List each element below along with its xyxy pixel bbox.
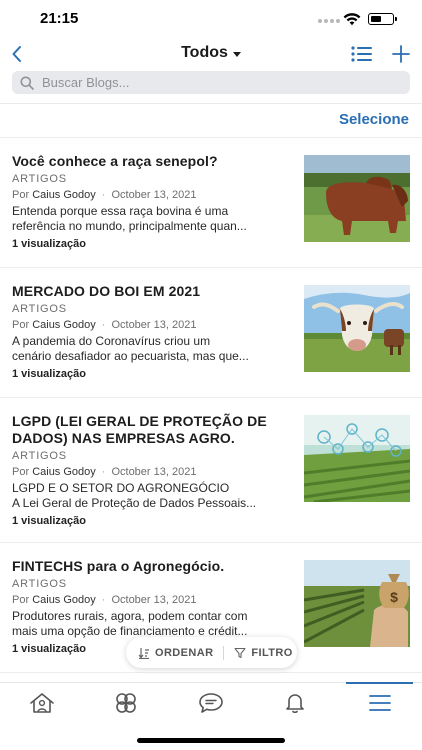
blog-meta: Por Caius Godoy · October 13, 2021 [12, 188, 296, 202]
blog-excerpt: Entenda porque essa raça bovina é uma re… [12, 204, 296, 234]
bell-icon [286, 694, 304, 714]
blog-by-label: Por [12, 466, 30, 478]
meta-separator: · [101, 466, 106, 478]
blog-category: ARTIGOS [12, 578, 67, 590]
blog-title: LGPD (LEI GERAL DE PROTEÇÃO DE DADOS) NA… [12, 413, 296, 447]
tab-menu[interactable] [338, 683, 422, 723]
blog-views: 1 visualização [12, 238, 86, 250]
blog-meta: Por Caius Godoy · October 13, 2021 [12, 465, 296, 479]
search-bar[interactable] [12, 71, 410, 94]
search-icon [20, 76, 34, 90]
blog-text: Você conhece a raça senepol? ARTIGOS Por… [12, 153, 296, 251]
caret-down-icon [232, 51, 241, 57]
select-button[interactable]: Selecione [339, 111, 409, 128]
meta-separator: · [101, 319, 106, 331]
home-icon [30, 693, 54, 713]
blog-meta: Por Caius Godoy · October 13, 2021 [12, 593, 296, 607]
blog-title: Você conhece a raça senepol? [12, 153, 218, 169]
blog-text: LGPD (LEI GERAL DE PROTEÇÃO DE DADOS) NA… [12, 413, 296, 528]
sort-label: ORDENAR [155, 646, 214, 659]
filter-label: FILTRO [251, 646, 293, 659]
battery-icon [368, 13, 397, 25]
chat-icon [199, 693, 223, 713]
filter-icon [234, 647, 246, 658]
blog-author: Caius Godoy [32, 189, 96, 201]
blog-by-label: Por [12, 189, 30, 201]
blog-excerpt: Produtores rurais, agora, podem contar c… [12, 609, 296, 639]
blog-date: October 13, 2021 [111, 466, 197, 478]
blog-category: ARTIGOS [12, 450, 67, 462]
home-indicator [137, 738, 285, 743]
blog-excerpt: A pandemia do Coronavírus criou um cenár… [12, 334, 296, 364]
pill-divider [223, 645, 225, 660]
meta-separator: · [101, 594, 106, 606]
blog-category: ARTIGOS [12, 173, 67, 185]
blog-views: 1 visualização [12, 368, 86, 380]
wifi-icon [343, 13, 361, 26]
blog-thumbnail-smart-farm [304, 415, 410, 502]
active-tab-indicator [346, 682, 413, 684]
blog-list-item[interactable]: MERCADO DO BOI EM 2021 ARTIGOS Por Caius… [0, 268, 422, 398]
groups-icon [116, 693, 136, 713]
sort-icon [138, 647, 149, 659]
nav-title: Todos [181, 44, 228, 61]
blog-views: 1 visualização [12, 515, 86, 527]
meta-separator: · [101, 189, 106, 201]
blog-excerpt-line: A pandemia do Coronavírus criou um [12, 334, 211, 348]
status-bar: 21:15 [0, 0, 422, 38]
signal-icon [318, 19, 340, 23]
blog-title-line: LGPD (LEI GERAL DE PROTEÇÃO DE [12, 413, 267, 429]
sort-filter-bar: ORDENAR FILTRO [126, 637, 297, 668]
blog-author: Caius Godoy [32, 466, 96, 478]
sort-button[interactable]: ORDENAR [138, 647, 213, 659]
blog-list: Você conhece a raça senepol? ARTIGOS Por… [0, 138, 422, 673]
blog-author: Caius Godoy [32, 594, 96, 606]
blog-meta: Por Caius Godoy · October 13, 2021 [12, 318, 296, 332]
tab-groups[interactable] [84, 683, 168, 723]
blog-thumbnail-fintech: $ [304, 560, 410, 647]
blog-excerpt-line: LGPD E O SETOR DO AGRONEGÓCIO [12, 481, 230, 495]
blog-date: October 13, 2021 [111, 319, 197, 331]
blog-excerpt-line: cenário desafiador ao pecuarista, mas qu… [12, 349, 249, 363]
tab-messages[interactable] [169, 683, 253, 723]
blog-text: MERCADO DO BOI EM 2021 ARTIGOS Por Caius… [12, 283, 296, 381]
tab-home[interactable] [0, 683, 84, 723]
blog-excerpt-line: A Lei Geral de Proteção de Dados Pessoai… [12, 496, 257, 510]
blog-date: October 13, 2021 [111, 594, 197, 606]
blog-title-line: DADOS) NAS EMPRESAS AGRO. [12, 430, 235, 446]
blog-list-item[interactable]: LGPD (LEI GERAL DE PROTEÇÃO DE DADOS) NA… [0, 398, 422, 543]
blog-title: MERCADO DO BOI EM 2021 [12, 283, 201, 299]
filter-button[interactable]: FILTRO [234, 647, 292, 659]
blog-excerpt-line: Entenda porque essa raça bovina é uma [12, 204, 229, 218]
add-icon[interactable] [390, 43, 412, 65]
blog-by-label: Por [12, 594, 30, 606]
blog-excerpt: LGPD E O SETOR DO AGRONEGÓCIO A Lei Gera… [12, 481, 296, 511]
svg-text:$: $ [390, 589, 398, 605]
status-time: 21:15 [40, 10, 79, 27]
nav-bar: Todos [0, 40, 422, 70]
list-view-icon[interactable] [351, 46, 373, 62]
blog-thumbnail-bull [304, 285, 410, 372]
tab-notifications[interactable] [253, 683, 337, 723]
search-input[interactable] [42, 75, 382, 90]
blog-by-label: Por [12, 319, 30, 331]
category-dropdown[interactable]: Todos [181, 44, 241, 62]
blog-list-item[interactable]: Você conhece a raça senepol? ARTIGOS Por… [0, 138, 422, 268]
blog-date: October 13, 2021 [111, 189, 197, 201]
blog-category: ARTIGOS [12, 303, 67, 315]
blog-excerpt-line: referência no mundo, principalmente quan… [12, 219, 247, 233]
blog-title: FINTECHS para o Agronegócio. [12, 558, 225, 574]
blog-excerpt-line: Produtores rurais, agora, podem contar c… [12, 609, 248, 623]
header-divider [0, 103, 422, 104]
blog-author: Caius Godoy [32, 319, 96, 331]
menu-icon [369, 695, 391, 711]
blog-thumbnail-cattle [304, 155, 410, 242]
